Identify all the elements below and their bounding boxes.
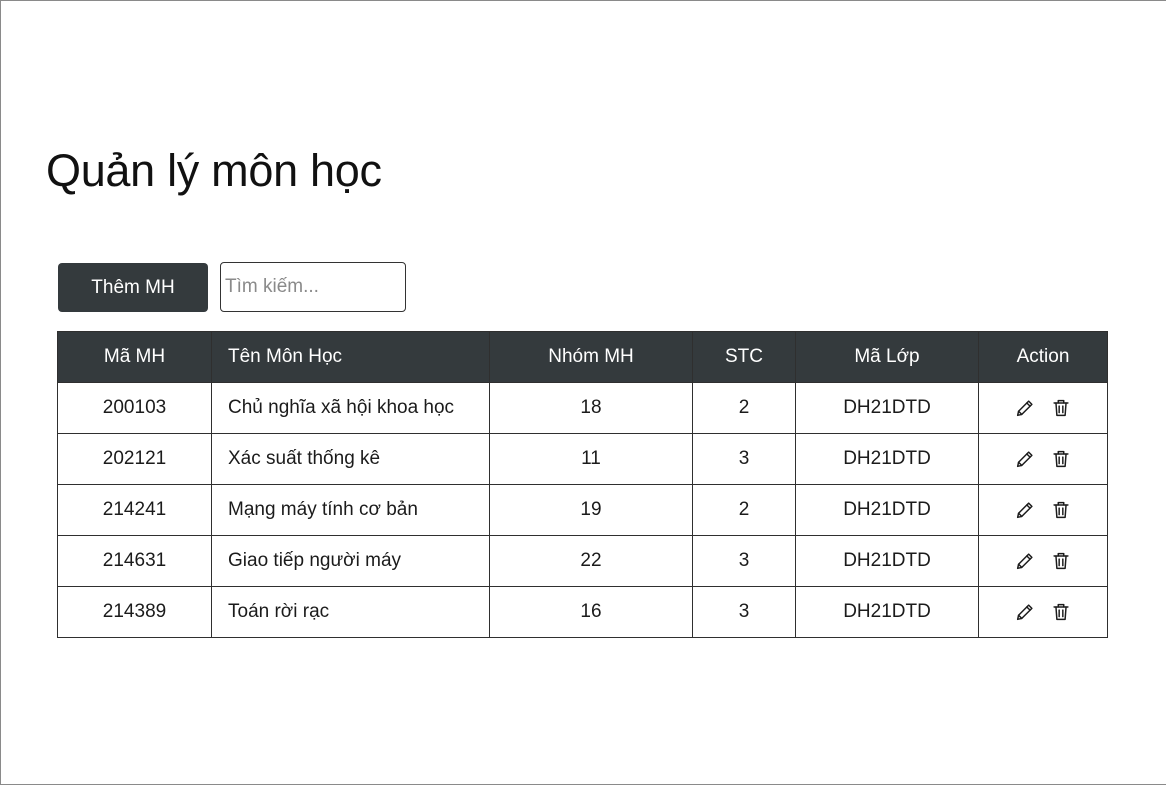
cell-name: Chủ nghĩa xã hội khoa học: [211, 382, 490, 434]
search-input[interactable]: [220, 262, 406, 312]
cell-group: 16: [489, 586, 693, 638]
table-header: Mã MH Tên Môn Học Nhóm MH STC Mã Lớp Act…: [57, 331, 1108, 383]
cell-name: Giao tiếp người máy: [211, 535, 490, 587]
cell-code: 202121: [57, 433, 212, 485]
pencil-icon[interactable]: [1014, 448, 1036, 470]
table-body: 200103 Chủ nghĩa xã hội khoa học 18 2 DH…: [57, 382, 1108, 638]
trash-icon[interactable]: [1050, 397, 1072, 419]
pencil-icon[interactable]: [1014, 499, 1036, 521]
column-header-name[interactable]: Tên Môn Học: [211, 331, 490, 383]
cell-credits: 2: [692, 382, 796, 434]
cell-class-code: DH21DTD: [795, 433, 979, 485]
column-header-code[interactable]: Mã MH: [57, 331, 212, 383]
column-header-group[interactable]: Nhóm MH: [489, 331, 693, 383]
trash-icon[interactable]: [1050, 499, 1072, 521]
cell-action: [978, 382, 1108, 434]
cell-code: 200103: [57, 382, 212, 434]
pencil-icon[interactable]: [1014, 550, 1036, 572]
cell-action: [978, 535, 1108, 587]
header-row: Mã MH Tên Môn Học Nhóm MH STC Mã Lớp Act…: [57, 331, 1108, 383]
table-row-200103[interactable]: 200103 Chủ nghĩa xã hội khoa học 18 2 DH…: [57, 382, 1108, 434]
cell-group: 11: [489, 433, 693, 485]
cell-credits: 3: [692, 433, 796, 485]
table-row-214241[interactable]: 214241 Mạng máy tính cơ bản 19 2 DH21DTD: [57, 484, 1108, 536]
cell-code: 214631: [57, 535, 212, 587]
cell-group: 19: [489, 484, 693, 536]
table-row-202121[interactable]: 202121 Xác suất thống kê 11 3 DH21DTD: [57, 433, 1108, 485]
add-course-button[interactable]: Thêm MH: [58, 263, 208, 312]
pencil-icon[interactable]: [1014, 397, 1036, 419]
cell-credits: 2: [692, 484, 796, 536]
cell-class-code: DH21DTD: [795, 382, 979, 434]
column-header-class-code[interactable]: Mã Lớp: [795, 331, 979, 383]
column-header-action: Action: [978, 331, 1108, 383]
table-row-214631[interactable]: 214631 Giao tiếp người máy 22 3 DH21DTD: [57, 535, 1108, 587]
column-header-credits[interactable]: STC: [692, 331, 796, 383]
cell-class-code: DH21DTD: [795, 535, 979, 587]
cell-name: Xác suất thống kê: [211, 433, 490, 485]
cell-code: 214389: [57, 586, 212, 638]
table-row-214389[interactable]: 214389 Toán rời rạc 16 3 DH21DTD: [57, 586, 1108, 638]
cell-group: 22: [489, 535, 693, 587]
cell-class-code: DH21DTD: [795, 484, 979, 536]
cell-action: [978, 586, 1108, 638]
trash-icon[interactable]: [1050, 601, 1072, 623]
trash-icon[interactable]: [1050, 550, 1072, 572]
trash-icon[interactable]: [1050, 448, 1072, 470]
cell-credits: 3: [692, 586, 796, 638]
cell-code: 214241: [57, 484, 212, 536]
pencil-icon[interactable]: [1014, 601, 1036, 623]
cell-action: [978, 484, 1108, 536]
cell-credits: 3: [692, 535, 796, 587]
cell-group: 18: [489, 382, 693, 434]
page-title: Quản lý môn học: [46, 145, 382, 196]
course-table: Mã MH Tên Môn Học Nhóm MH STC Mã Lớp Act…: [57, 331, 1108, 638]
window-frame: Quản lý môn học Thêm MH Mã MH Tên Môn Họ…: [0, 0, 1166, 785]
cell-name: Toán rời rạc: [211, 586, 490, 638]
cell-action: [978, 433, 1108, 485]
cell-name: Mạng máy tính cơ bản: [211, 484, 490, 536]
cell-class-code: DH21DTD: [795, 586, 979, 638]
